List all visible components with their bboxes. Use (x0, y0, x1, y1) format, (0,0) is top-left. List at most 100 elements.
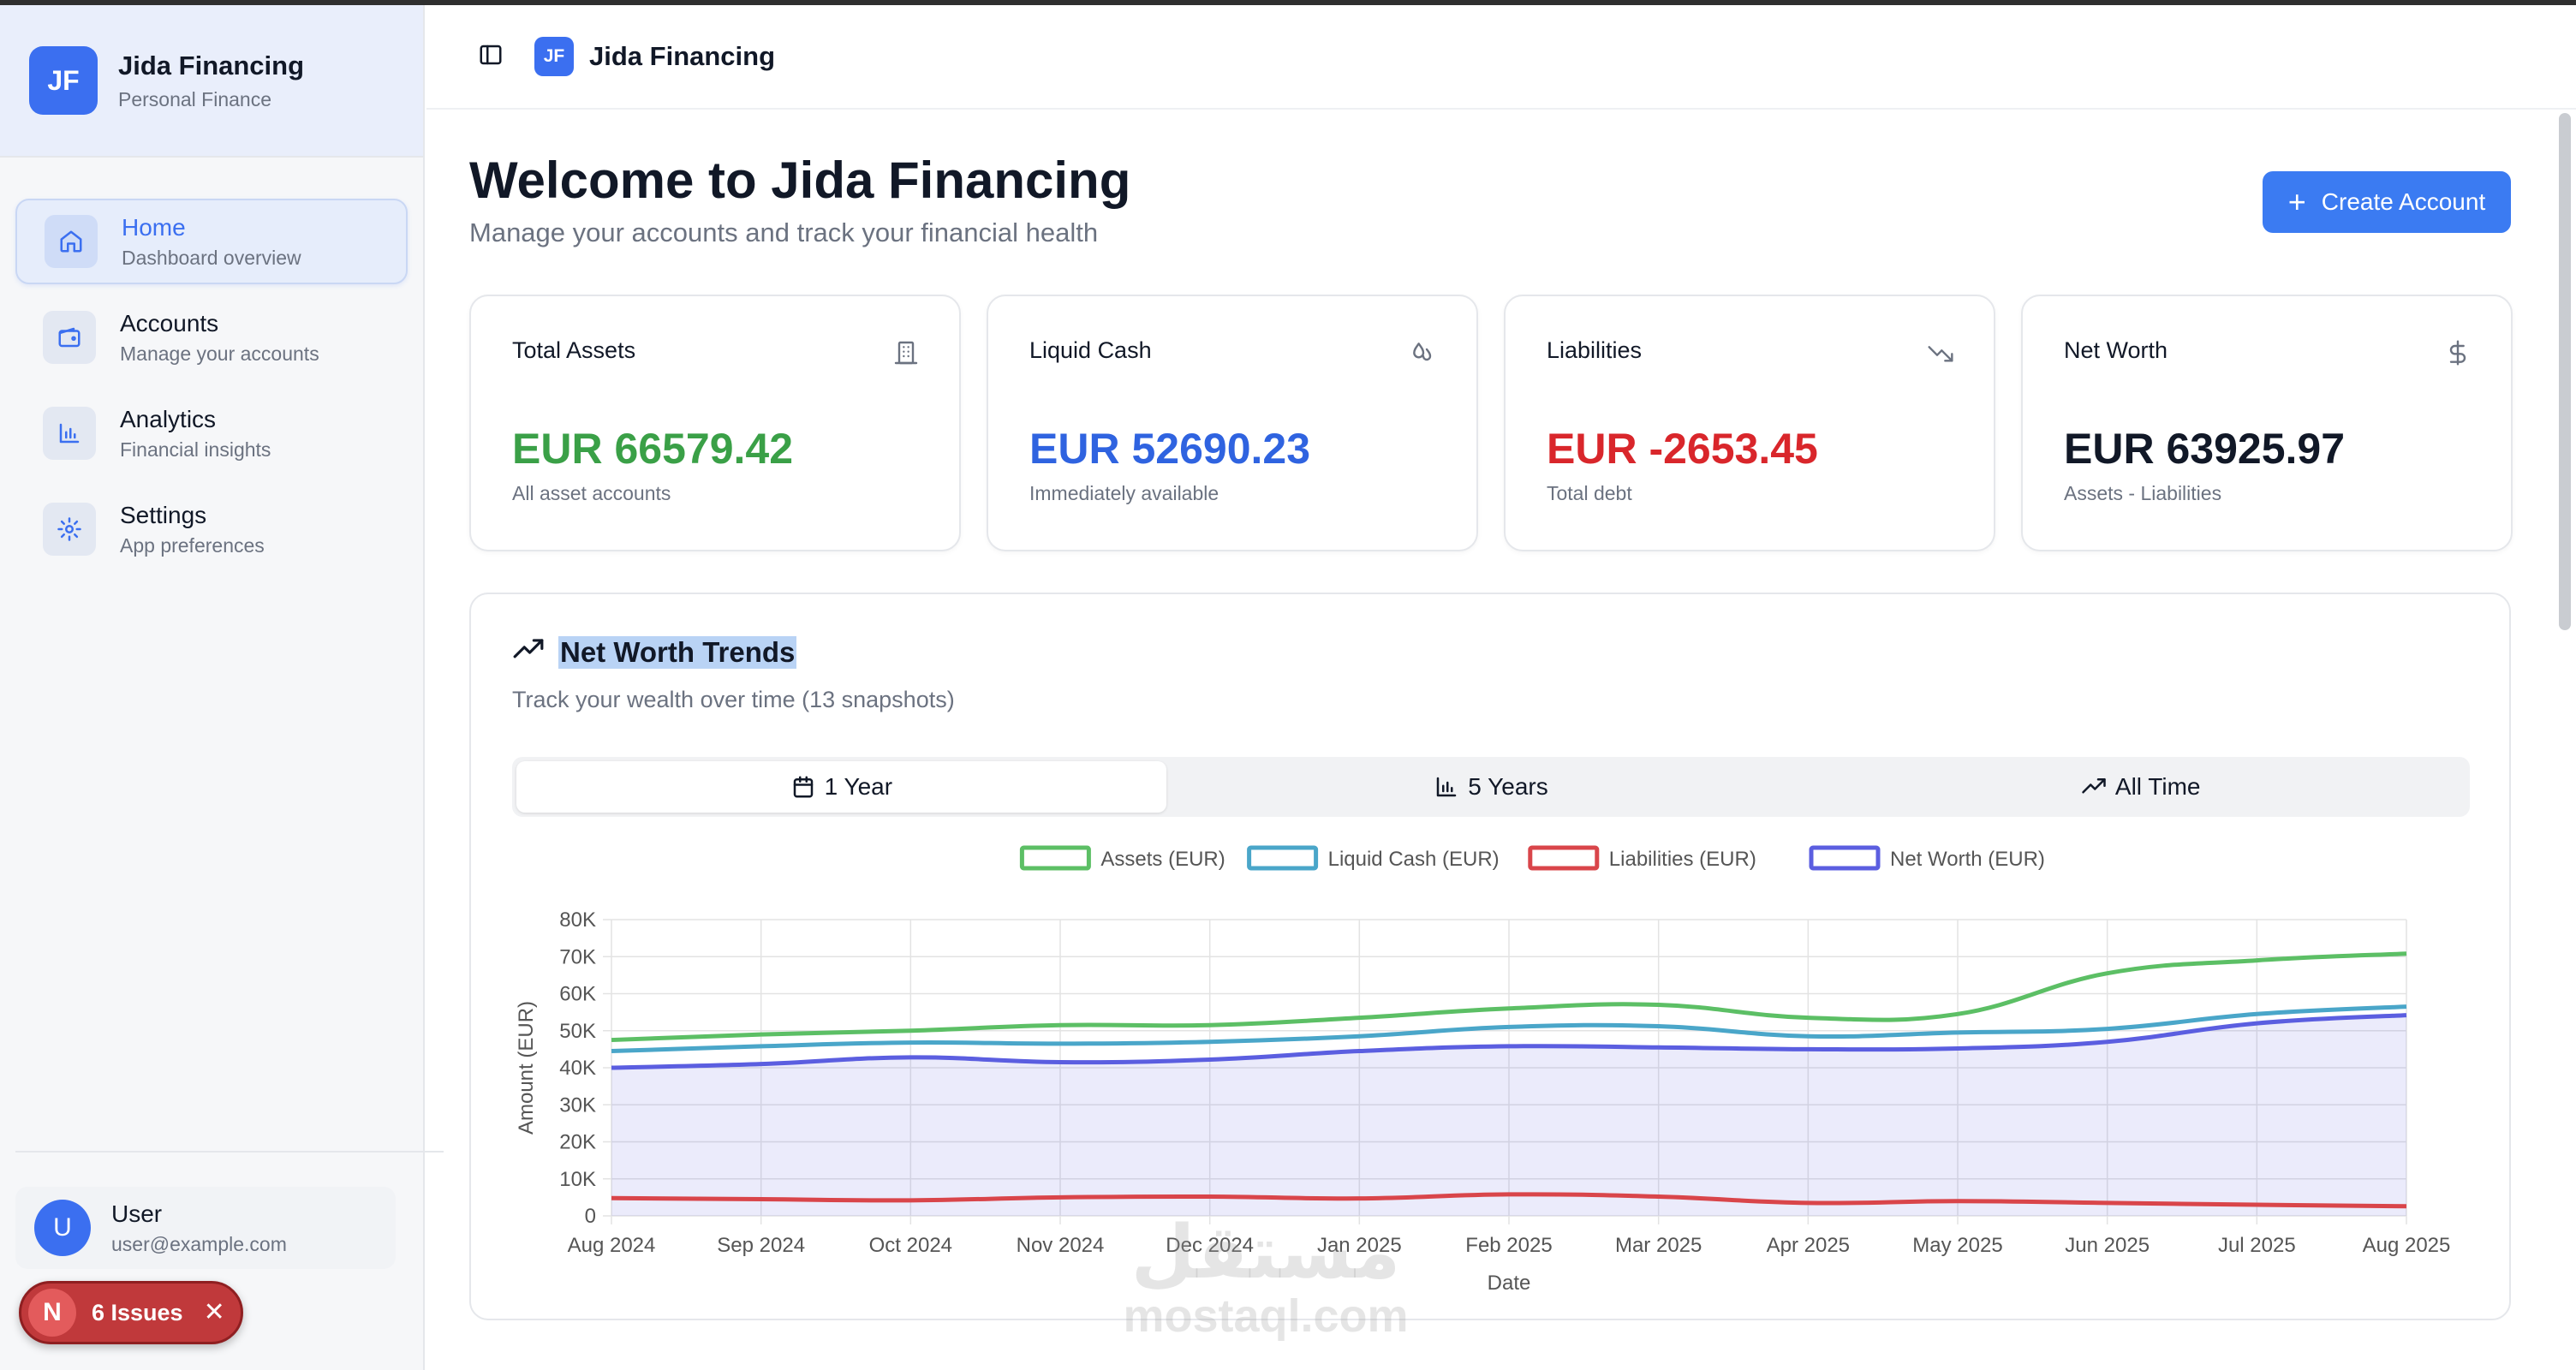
sidebar-item-accounts[interactable]: Accounts Manage your accounts (15, 295, 408, 380)
stat-card-liabilities: Liabilities EUR -2653.45 Total debt (1504, 295, 1995, 551)
x-tick-label: Feb 2025 (1465, 1234, 1552, 1257)
sidebar-item-text: Accounts Manage your accounts (120, 310, 319, 366)
create-account-label: Create Account (2321, 188, 2486, 215)
chart-svg: 0 10K 20K 30K 40K 50K 60K 70K 80K Aug 2024 Sep 202… (515, 845, 2451, 1295)
home-icon (45, 215, 98, 268)
legend-label: Liquid Cash (EUR) (1328, 848, 1500, 871)
sidebar-item-label: Analytics (120, 405, 217, 432)
x-tick-label: Aug 2025 (2363, 1234, 2451, 1257)
y-tick-label: 60K (559, 983, 596, 1006)
tab-5-years[interactable]: 5 Years (1166, 761, 1816, 813)
brand-text: Jida Financing Personal Finance (118, 51, 304, 111)
user-profile[interactable]: U User user@example.com (15, 1187, 396, 1269)
y-axis-label: Amount (EUR) (515, 1001, 538, 1135)
net-worth-trends-panel: Net Worth Trends Track your wealth over … (469, 593, 2511, 1320)
close-icon[interactable]: ✕ (204, 1300, 225, 1325)
legend-swatch (1019, 845, 1091, 871)
create-account-button[interactable]: + Create Account (2263, 171, 2511, 233)
y-tick-label: 40K (559, 1057, 596, 1080)
issues-badge[interactable]: N 6 Issues ✕ (19, 1281, 243, 1344)
calendar-icon (793, 776, 813, 798)
x-tick-label: Oct 2024 (869, 1234, 952, 1257)
sidebar-item-analytics[interactable]: Analytics Financial insights (15, 390, 408, 476)
stat-card-value: EUR 66579.42 (512, 425, 794, 473)
x-tick-label: Jun 2025 (2065, 1234, 2150, 1257)
legend-label: Net Worth (EUR) (1890, 848, 2045, 871)
stat-card-note: All asset accounts (512, 482, 671, 504)
x-tick-label: Sep 2024 (717, 1234, 805, 1257)
legend-swatch (1809, 845, 1881, 871)
user-name: User (111, 1200, 163, 1227)
legend-label: Assets (EUR) (1100, 848, 1225, 871)
sidebar: JF Jida Financing Personal Finance Home … (0, 5, 444, 1370)
building-icon (892, 339, 920, 371)
trending-down-icon (1927, 339, 1954, 371)
stat-card-total-assets: Total Assets EUR 66579.42 All asset acco… (469, 295, 961, 551)
x-tick-label: May 2025 (1912, 1234, 2002, 1257)
net-worth-chart: 0 10K 20K 30K 40K 50K 60K 70K 80K Aug 2024 Sep 202… (512, 843, 2470, 1305)
y-tick-label: 0 (585, 1205, 596, 1228)
sidebar-toggle-icon[interactable] (478, 42, 504, 72)
user-text: User user@example.com (111, 1200, 287, 1256)
sidebar-item-sublabel: Financial insights (120, 438, 271, 461)
sidebar-item-text: Settings App preferences (120, 502, 265, 557)
stat-card-liquid-cash: Liquid Cash EUR 52690.23 Immediately ava… (987, 295, 1478, 551)
panel-title-row: Net Worth Trends (512, 634, 797, 670)
legend-swatch (1528, 845, 1600, 871)
topbar-logo: JF (534, 37, 574, 76)
x-tick-label: Mar 2025 (1615, 1234, 1702, 1257)
legend-swatch (1247, 845, 1319, 871)
issues-count: 6 Issues (92, 1299, 183, 1325)
y-tick-label: 80K (559, 908, 596, 932)
wallet-icon (43, 311, 96, 364)
scrollbar[interactable] (2559, 113, 2571, 630)
y-tick-label: 30K (559, 1093, 596, 1117)
topbar: JF Jida Financing (426, 5, 2576, 110)
y-tick-label: 20K (559, 1131, 596, 1154)
tab-label: 5 Years (1468, 773, 1548, 800)
brand-logo: JF (29, 46, 98, 115)
legend-label: Liabilities (EUR) (1609, 848, 1756, 871)
y-tick-label: 10K (559, 1168, 596, 1191)
bar-chart-icon (43, 407, 96, 460)
gear-icon (43, 503, 96, 556)
sidebar-item-settings[interactable]: Settings App preferences (15, 486, 408, 572)
sidebar-item-text: Analytics Financial insights (120, 406, 271, 462)
tab-label: 1 Year (824, 773, 893, 800)
sidebar-item-sublabel: Manage your accounts (120, 342, 319, 365)
tab-label: All Time (2114, 773, 2201, 800)
stat-card-title: Liquid Cash (1029, 337, 1152, 363)
stat-card-value: EUR 63925.97 (2064, 425, 2346, 473)
y-tick-label: 50K (559, 1020, 596, 1043)
brand-header: JF Jida Financing Personal Finance (0, 5, 423, 158)
x-tick-label: Jan 2025 (1317, 1234, 1402, 1257)
brand-subtitle: Personal Finance (118, 87, 271, 110)
dollar-icon (2444, 339, 2472, 371)
nextjs-logo-icon: N (28, 1289, 76, 1337)
plus-icon: + (2287, 184, 2306, 219)
sidebar-item-home[interactable]: Home Dashboard overview (15, 199, 408, 284)
tab-1-year[interactable]: 1 Year (516, 761, 1166, 813)
trending-up-icon (2082, 778, 2106, 794)
bar-chart-icon (1437, 777, 1457, 797)
tab-all-time[interactable]: All Time (1816, 761, 2466, 813)
x-tick-label: Jul 2025 (2218, 1234, 2296, 1257)
x-tick-label: Apr 2025 (1767, 1234, 1850, 1257)
panel-subtitle: Track your wealth over time (13 snapshot… (512, 687, 955, 712)
y-tick-label: 70K (559, 945, 596, 968)
stat-card-value: EUR -2653.45 (1547, 425, 1818, 473)
avatar: U (34, 1200, 91, 1256)
panel-title: Net Worth Trends (558, 635, 797, 669)
stat-card-note: Total debt (1547, 482, 1632, 504)
stat-card-net-worth: Net Worth EUR 63925.97 Assets - Liabilit… (2021, 295, 2513, 551)
stat-card-value: EUR 52690.23 (1029, 425, 1311, 473)
page-title: Welcome to Jida Financing (469, 152, 1131, 209)
sidebar-item-text: Home Dashboard overview (122, 214, 301, 270)
x-tick-label: Nov 2024 (1017, 1234, 1105, 1257)
topbar-app-name: Jida Financing (589, 41, 776, 71)
sidebar-nav: Home Dashboard overview Accounts Manage … (0, 158, 423, 572)
user-email: user@example.com (111, 1232, 287, 1255)
brand-title: Jida Financing (118, 50, 305, 80)
stat-card-note: Assets - Liabilities (2064, 482, 2222, 504)
sidebar-item-sublabel: Dashboard overview (122, 246, 301, 269)
